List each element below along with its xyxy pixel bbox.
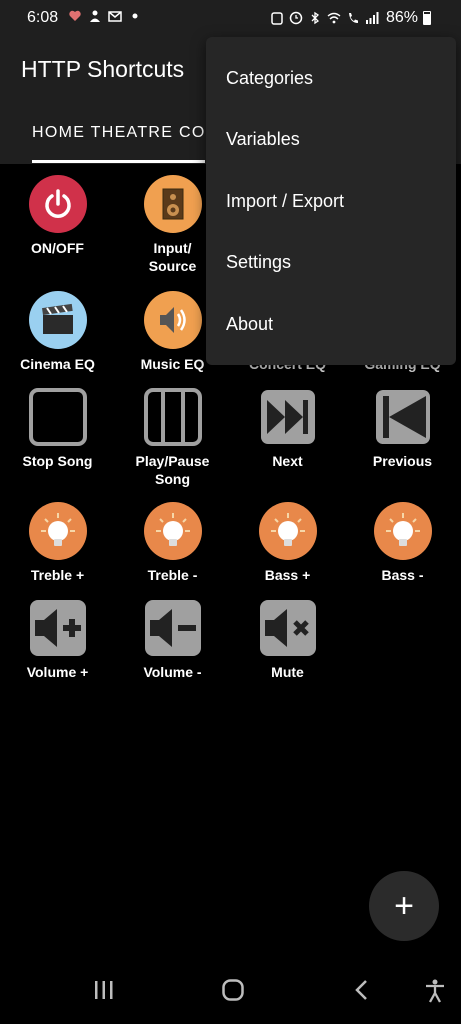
shortcut-label: Mute [271,664,304,680]
next-icon [259,388,317,446]
menu-item-categories[interactable]: Categories [226,68,313,89]
shortcut-label: Previous [372,453,433,469]
signal-icon [365,12,379,24]
shortcut-stop-song[interactable]: Stop Song [0,388,115,470]
stop-icon [28,388,87,446]
back-icon[interactable] [352,978,372,1002]
status-bar: 6:08 86% [0,0,461,34]
app-title: HTTP Shortcuts [21,56,185,82]
menu-item-about[interactable]: About [226,314,273,335]
shortcut-label: Volume + [26,664,89,680]
call-icon [348,13,358,23]
menu-item-variables[interactable]: Variables [226,129,300,150]
status-time: 6:08 [27,9,59,26]
overflow-menu: Categories Variables Import / Export Set… [206,37,456,365]
add-shortcut-button[interactable]: + [369,871,439,941]
person-notification-icon [90,10,100,22]
shortcut-cinema-eq[interactable]: Cinema EQ [0,291,115,373]
status-system-icons: 86% [270,9,431,27]
speaker-icon [143,175,202,233]
plus-icon: + [394,887,414,925]
shortcut-on-off[interactable]: ON/OFF [0,175,115,257]
tab-home-theatre[interactable]: HOME THEATRE CO [32,124,206,142]
volume-speaker-icon [143,291,202,349]
shortcut-label-text: Input/ Source [148,240,197,274]
dot-notification-icon [132,13,138,19]
mail-notification-icon [108,11,122,22]
volume-up-icon [29,599,87,657]
accessibility-icon[interactable] [423,978,447,1004]
shortcut-label-text: Play/Pause Song [135,453,210,487]
tab-indicator [32,160,205,163]
shortcut-label: Volume - [143,664,202,680]
shortcut-volume-plus[interactable]: Volume + [0,599,115,681]
shortcut-label: Stop Song [22,453,93,469]
shortcut-label: Next [272,453,303,469]
shortcut-previous[interactable]: Previous [345,388,460,470]
bluetooth-icon [311,11,319,25]
heart-notification-icon [69,10,81,21]
menu-item-import-export[interactable]: Import / Export [226,191,344,212]
battery-percent: 86% [385,9,418,26]
shortcut-mute[interactable]: Mute [230,599,345,681]
status-notification-icons [68,9,142,23]
wifi-icon [327,12,341,24]
clock-icon [289,11,303,25]
pause-icon [143,388,202,446]
home-icon[interactable] [221,978,245,1002]
shortcut-treble-plus[interactable]: Treble + [0,502,115,584]
menu-item-settings[interactable]: Settings [226,252,291,273]
volume-down-icon [144,599,202,657]
shortcut-treble-minus[interactable]: Treble - [115,502,230,584]
battery-icon [423,11,431,25]
alarm-icon [271,12,283,25]
shortcut-label: Treble + [30,567,85,583]
mute-icon [259,599,317,657]
system-nav-bar [0,960,461,1024]
shortcut-label: ON/OFF [31,240,84,256]
lightbulb-icon [258,502,317,560]
shortcut-label: Bass - [381,567,424,583]
clapperboard-icon [28,291,87,349]
shortcut-next[interactable]: Next [230,388,345,470]
shortcut-label: Play/Pause Song [115,452,230,488]
shortcut-bass-plus[interactable]: Bass + [230,502,345,584]
lightbulb-icon [28,502,87,560]
previous-icon [374,388,432,446]
lightbulb-icon [143,502,202,560]
shortcut-label: Bass + [264,567,311,583]
shortcut-play-pause[interactable]: Play/Pause Song [115,388,230,488]
shortcut-label: Treble - [147,567,198,583]
lightbulb-icon [373,502,432,560]
shortcut-bass-minus[interactable]: Bass - [345,502,460,584]
shortcut-volume-minus[interactable]: Volume - [115,599,230,681]
shortcut-label: Cinema EQ [20,356,95,372]
power-icon [28,175,87,233]
recent-apps-icon[interactable] [92,978,116,1002]
